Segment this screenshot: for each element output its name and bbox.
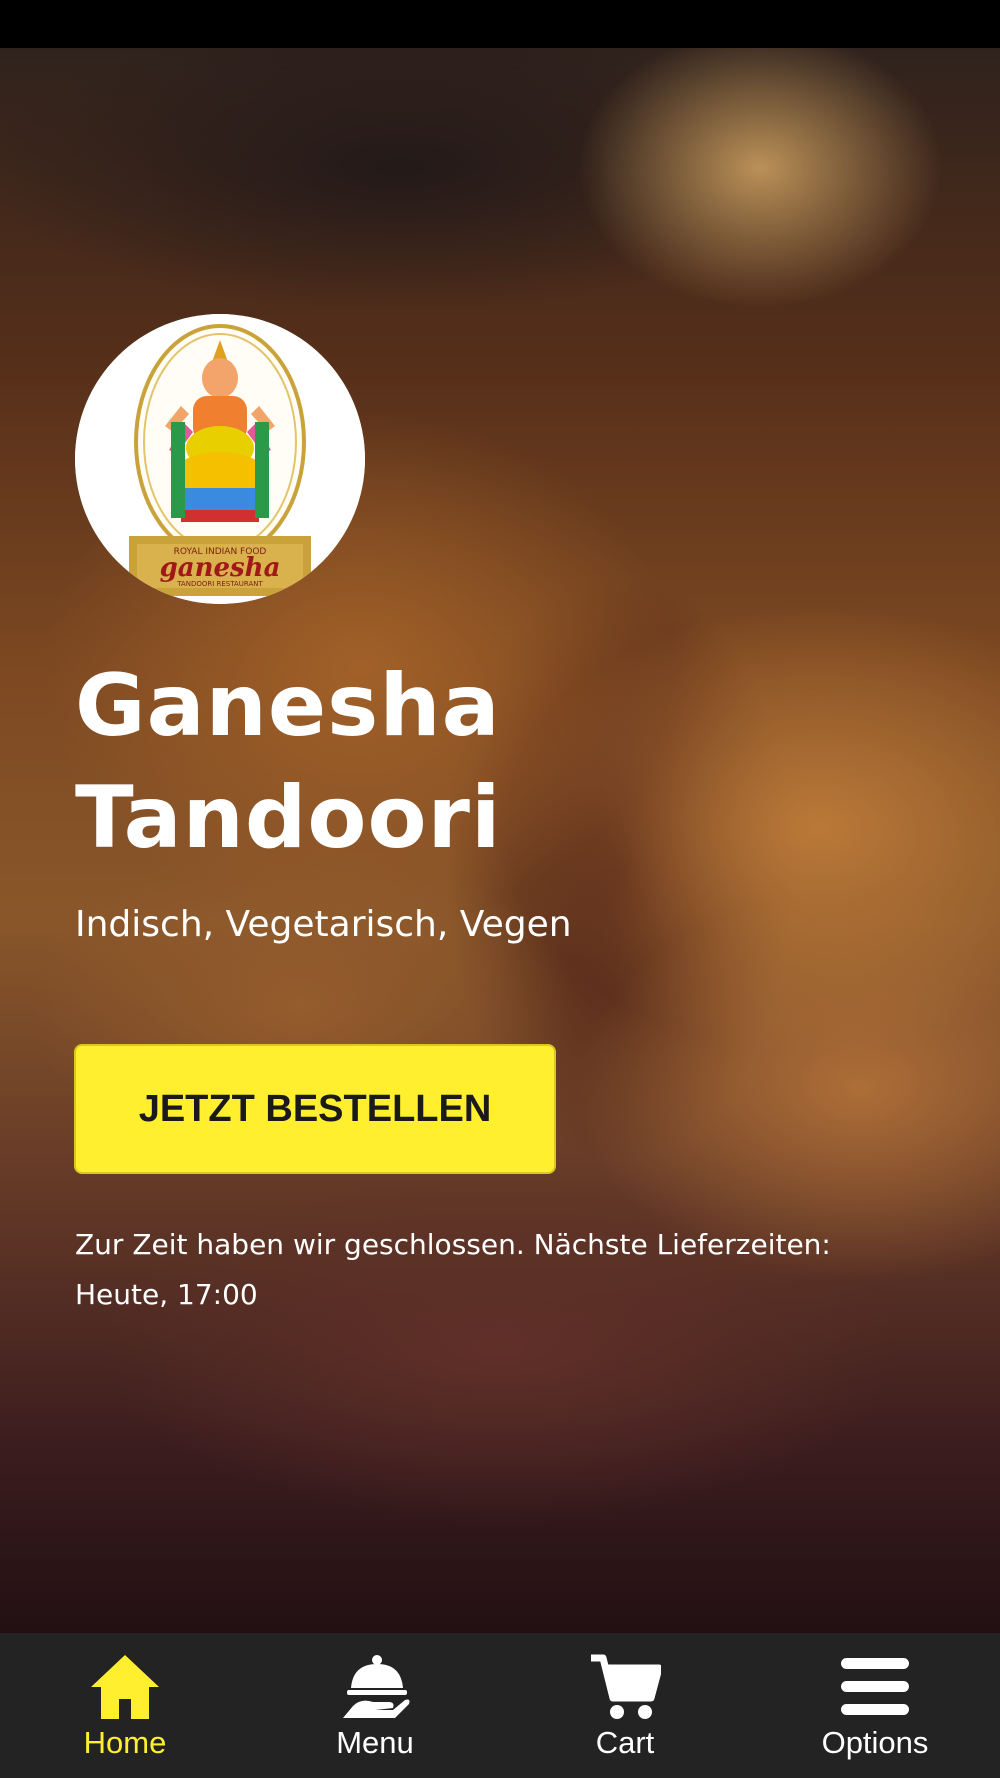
nav-item-home[interactable]: Home [0, 1633, 250, 1778]
restaurant-name-line1: Ganesha [75, 656, 501, 756]
serving-cloche-icon [339, 1651, 411, 1723]
logo-brand-text: ganesha [160, 553, 281, 583]
status-bar [0, 0, 1000, 48]
ganesha-logo-image: ROYAL INDIAN FOOD ganesha TANDOORI RESTA… [75, 314, 365, 604]
restaurant-name-line2: Tandoori [75, 768, 502, 868]
nav-label-home: Home [83, 1725, 167, 1760]
restaurant-logo: ROYAL INDIAN FOOD ganesha TANDOORI RESTA… [75, 314, 365, 604]
logo-bottom-text: TANDOORI RESTAURANT [176, 580, 263, 588]
nav-item-cart[interactable]: Cart [500, 1633, 750, 1778]
nav-item-options[interactable]: Options [750, 1633, 1000, 1778]
bottom-navigation: Home Menu Cart Options [0, 1633, 1000, 1778]
opening-status-line2: Heute, 17:00 [75, 1278, 258, 1311]
home-icon [89, 1651, 161, 1723]
nav-item-menu[interactable]: Menu [250, 1633, 500, 1778]
order-now-button[interactable]: JETZT BESTELLEN [74, 1044, 556, 1174]
cuisine-tags: Indisch, Vegetarisch, Vegen [75, 904, 572, 945]
cart-icon [589, 1651, 661, 1723]
nav-label-menu: Menu [336, 1725, 414, 1760]
nav-label-options: Options [821, 1725, 929, 1760]
nav-label-cart: Cart [595, 1725, 655, 1760]
menu-bars-icon [839, 1651, 911, 1723]
opening-status-line1: Zur Zeit haben wir geschlossen. Nächste … [75, 1228, 831, 1261]
restaurant-name: Ganesha Tandoori [75, 650, 955, 874]
opening-status: Zur Zeit haben wir geschlossen. Nächste … [75, 1220, 955, 1320]
app-screen: ROYAL INDIAN FOOD ganesha TANDOORI RESTA… [0, 0, 1000, 1778]
